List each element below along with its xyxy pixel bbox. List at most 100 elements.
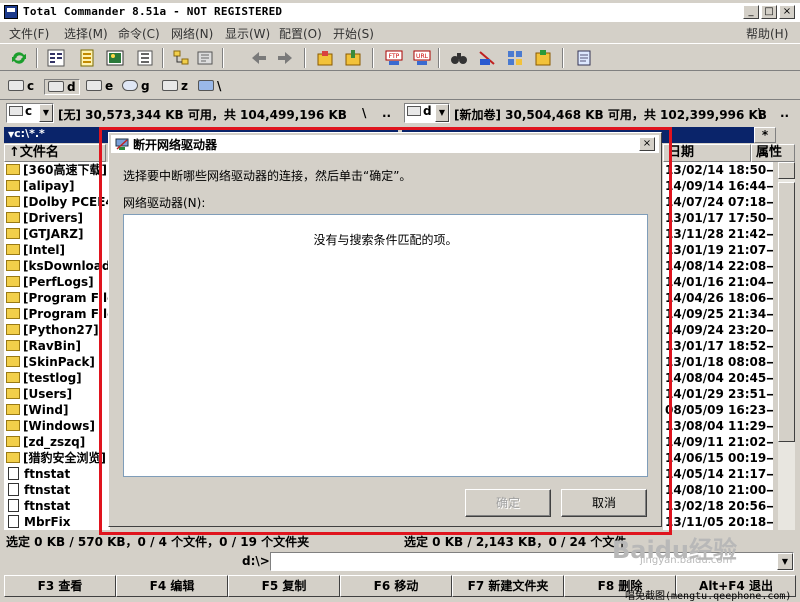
left-drive-combo[interactable]: c ▼ — [6, 103, 54, 123]
list-item[interactable]: [Windows] — [4, 418, 110, 434]
list-item-date[interactable]: 14/09/24 23:20— — [663, 322, 773, 338]
list-item[interactable]: ftnstat — [4, 482, 110, 498]
menu-start[interactable]: 开始(S) — [333, 25, 374, 42]
f3-view-button[interactable]: F3 查看 — [4, 575, 116, 597]
list-item-date[interactable]: 13/11/05 20:18— — [663, 514, 773, 530]
drive-button-c[interactable]: c — [8, 79, 34, 95]
ok-button[interactable]: 确定 — [465, 489, 551, 517]
list-item[interactable]: [ksDownloads] — [4, 258, 110, 274]
search-binoculars-icon[interactable] — [450, 49, 468, 67]
list-item[interactable]: [猎豹安全浏览] — [4, 450, 110, 466]
right-attr-column-header[interactable]: 属性 — [751, 144, 795, 162]
menu-select[interactable]: 选择(M) — [64, 25, 108, 42]
minimize-button[interactable]: _ — [743, 5, 759, 19]
right-drive-combo[interactable]: d ▼ — [404, 103, 450, 123]
brief-view-icon[interactable] — [47, 49, 65, 67]
history-star-button[interactable]: * — [754, 127, 776, 143]
list-item[interactable]: [Wind] — [4, 402, 110, 418]
plugin-icon[interactable] — [534, 49, 552, 67]
network-drive-button[interactable]: \ — [198, 79, 221, 95]
list-item-date[interactable]: 13/01/18 08:08— — [663, 354, 773, 370]
list-item[interactable]: [Intel] — [4, 242, 110, 258]
list-item-date[interactable]: 13/01/17 18:52— — [663, 338, 773, 354]
list-item[interactable]: [alipay] — [4, 178, 110, 194]
tree-icon[interactable] — [136, 49, 154, 67]
right-file-list[interactable]: 13/02/14 18:50— 14/09/14 16:44— 14/07/24 0… — [663, 162, 773, 530]
list-item[interactable]: [PerfLogs] — [4, 274, 110, 290]
list-item[interactable]: [GTJARZ] — [4, 226, 110, 242]
list-item-date[interactable]: 13/01/19 21:07— — [663, 242, 773, 258]
drive-button-g[interactable]: g — [122, 79, 150, 95]
list-item-date[interactable]: 14/05/14 21:17— — [663, 466, 773, 482]
network-drives-list[interactable]: 没有与搜索条件匹配的项。 — [123, 214, 648, 477]
list-item-date[interactable]: 14/07/24 07:18— — [663, 194, 773, 210]
list-item-date[interactable]: 13/02/14 18:50— — [663, 162, 773, 178]
list-item-date[interactable]: 14/09/11 21:02— — [663, 434, 773, 450]
list-item[interactable]: [RavBin] — [4, 338, 110, 354]
list-item-date[interactable]: 14/09/25 21:34— — [663, 306, 773, 322]
left-root-button[interactable]: \ — [362, 106, 366, 120]
menu-help[interactable]: 帮助(H) — [746, 25, 788, 42]
ftp-icon[interactable]: FTP — [385, 49, 403, 67]
f5-copy-button[interactable]: F5 复制 — [228, 575, 340, 597]
list-item[interactable]: [Program Files] — [4, 306, 110, 322]
f4-edit-button[interactable]: F4 编辑 — [116, 575, 228, 597]
drive-button-d[interactable]: d — [44, 79, 80, 95]
menu-file[interactable]: 文件(F) — [9, 25, 49, 42]
f7-newfolder-button[interactable]: F7 新建文件夹 — [452, 575, 564, 597]
sync-dirs-icon[interactable] — [506, 49, 524, 67]
list-item-date[interactable]: 14/09/14 16:44— — [663, 178, 773, 194]
close-button[interactable]: × — [779, 5, 795, 19]
pack-icon[interactable] — [316, 49, 334, 67]
dialog-close-button[interactable]: × — [639, 137, 655, 151]
list-item[interactable]: ftnstat — [4, 466, 110, 482]
list-item-date[interactable]: 13/08/04 11:29— — [663, 418, 773, 434]
compare-icon[interactable] — [196, 49, 214, 67]
url-icon[interactable]: URL — [413, 49, 431, 67]
list-item[interactable]: [Dolby PCEE4] — [4, 194, 110, 210]
branch-view-icon[interactable] — [172, 49, 190, 67]
back-arrow-icon[interactable] — [250, 49, 268, 67]
right-root-button[interactable]: \ — [758, 106, 762, 120]
scrollbar-thumb[interactable] — [778, 182, 795, 442]
right-date-column-header[interactable]: 日期 — [663, 144, 751, 162]
rename-icon[interactable] — [478, 49, 496, 67]
list-item-date[interactable]: 14/08/10 21:00— — [663, 482, 773, 498]
list-item-date[interactable]: 14/08/04 20:45— — [663, 370, 773, 386]
menu-net[interactable]: 网络(N) — [171, 25, 213, 42]
cancel-button[interactable]: 取消 — [561, 489, 647, 517]
left-file-list[interactable]: [360高速下载] [alipay] [Dolby PCEE4] [Drivers][… — [4, 162, 110, 530]
refresh-icon[interactable] — [10, 49, 28, 67]
chevron-down-icon[interactable]: ▼ — [777, 553, 793, 570]
list-item[interactable]: [Program Files] — [4, 290, 110, 306]
list-item[interactable]: [Python27] — [4, 322, 110, 338]
right-scrollbar[interactable] — [778, 162, 795, 530]
list-item[interactable]: ftnstat — [4, 498, 110, 514]
forward-arrow-icon[interactable] — [276, 49, 294, 67]
list-item-date[interactable]: 13/11/28 21:42— — [663, 226, 773, 242]
list-item[interactable]: MbrFix — [4, 514, 110, 530]
list-item-date[interactable]: 13/01/17 17:50— — [663, 210, 773, 226]
list-item-date[interactable]: 14/01/29 23:51— — [663, 386, 773, 402]
list-item[interactable]: [testlog] — [4, 370, 110, 386]
left-up-button[interactable]: .. — [382, 106, 391, 120]
menu-show[interactable]: 显示(W) — [225, 25, 270, 42]
list-item-date[interactable]: 14/08/14 22:08— — [663, 258, 773, 274]
list-item[interactable]: [Users] — [4, 386, 110, 402]
notepad-icon[interactable] — [575, 49, 593, 67]
thumbnail-icon[interactable] — [106, 49, 124, 67]
list-item-date[interactable]: 14/06/15 00:19— — [663, 450, 773, 466]
list-item-date[interactable]: 08/05/09 16:23— — [663, 402, 773, 418]
full-view-icon[interactable] — [78, 49, 96, 67]
list-item[interactable]: [360高速下载] — [4, 162, 110, 178]
list-item[interactable]: [zd_zszq] — [4, 434, 110, 450]
list-item-date[interactable]: 14/04/26 18:06— — [663, 290, 773, 306]
menu-config[interactable]: 配置(O) — [279, 25, 322, 42]
list-item[interactable]: [SkinPack] — [4, 354, 110, 370]
list-item-date[interactable]: 13/02/18 20:56— — [663, 498, 773, 514]
list-item-date[interactable]: 14/01/16 21:04— — [663, 274, 773, 290]
menu-commands[interactable]: 命令(C) — [118, 25, 160, 42]
list-item[interactable]: [Drivers] — [4, 210, 110, 226]
drive-button-e[interactable]: e — [86, 79, 113, 95]
left-name-column-header[interactable]: ↑文件名 — [4, 144, 106, 162]
